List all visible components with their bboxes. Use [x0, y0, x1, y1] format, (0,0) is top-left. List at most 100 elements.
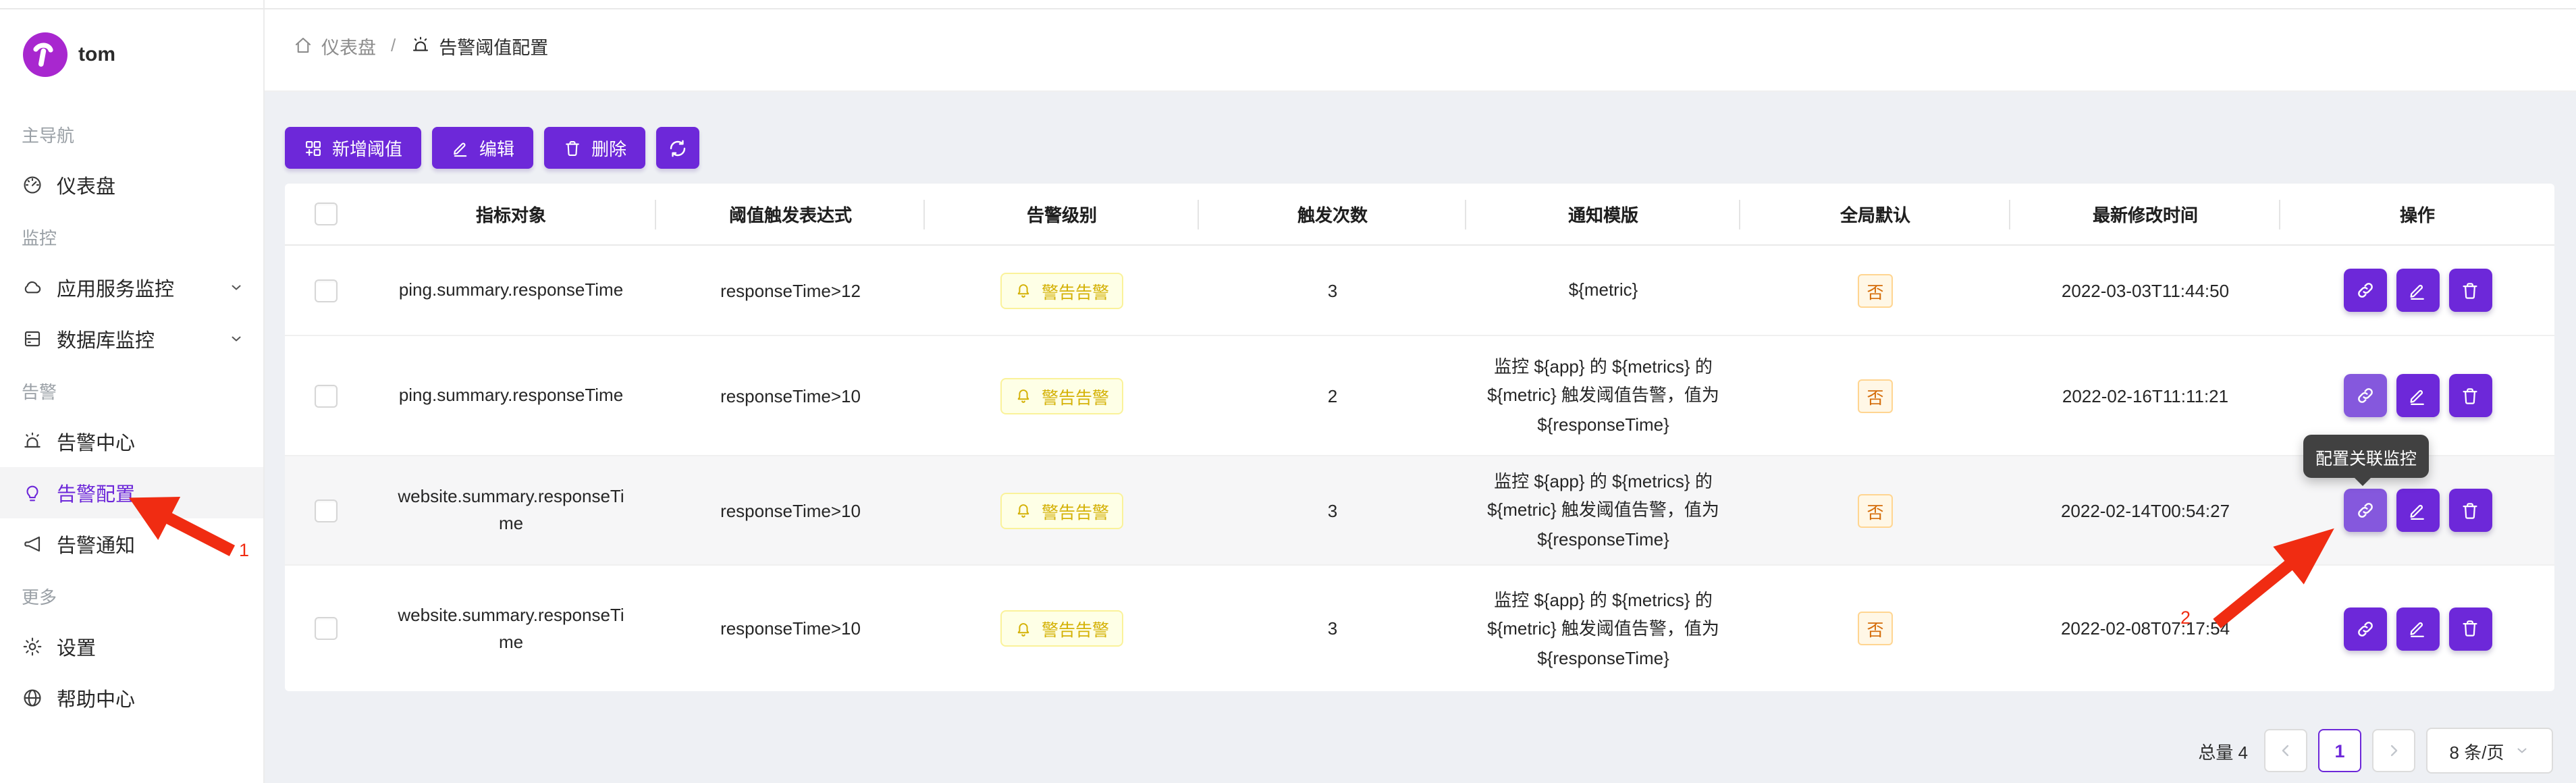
- refresh-icon: [667, 137, 689, 159]
- chevron-down-icon: [228, 279, 244, 296]
- row-checkbox[interactable]: [314, 618, 337, 641]
- select-all-checkbox[interactable]: [314, 202, 337, 225]
- row-actions: [2343, 269, 2492, 312]
- table-row: website.summary.responseTimeresponseTime…: [285, 456, 2554, 566]
- warning-level-badge: 警告告警: [1001, 377, 1123, 414]
- gauge-icon: [22, 174, 43, 196]
- chevron-right-icon: [2384, 742, 2403, 761]
- edit-row-button[interactable]: [2396, 608, 2439, 651]
- row-actions: [2343, 489, 2492, 532]
- warning-level-badge: 警告告警: [1001, 272, 1123, 308]
- delete-row-button[interactable]: [2448, 489, 2492, 532]
- table-row: website.summary.responseTimeresponseTime…: [285, 566, 2554, 692]
- pencil-icon: [2407, 619, 2427, 639]
- cell-metric: website.summary.responseTime: [366, 473, 656, 549]
- sidebar-item-label: 数据库监控: [57, 325, 155, 353]
- global-default-tag: 否: [1857, 273, 1893, 307]
- trash-icon: [2460, 280, 2480, 300]
- sidebar-item-database-monitoring[interactable]: 数据库监控: [0, 313, 263, 364]
- cell-template: 监控 ${app} 的 ${metrics} 的 ${metric} 触发阈值告…: [1466, 342, 1740, 450]
- cell-expression: responseTime>12: [656, 269, 925, 311]
- edit-row-button[interactable]: [2396, 374, 2439, 417]
- global-default-tag: 否: [1857, 612, 1893, 646]
- link-monitor-button[interactable]: [2343, 608, 2386, 651]
- megaphone-icon: [22, 533, 43, 555]
- pencil-icon: [451, 138, 470, 157]
- header-checkbox-cell: [285, 192, 366, 236]
- metric-value: ping.summary.responseTime: [399, 277, 623, 304]
- add-grid-icon: [304, 138, 323, 157]
- pencil-icon: [2407, 280, 2427, 300]
- cell-times: 3: [1199, 489, 1466, 531]
- link-icon: [2354, 385, 2376, 406]
- sidebar-item-label: 告警配置: [57, 479, 135, 507]
- warning-level-label: 警告告警: [1042, 383, 1109, 408]
- delete-row-button[interactable]: [2448, 269, 2492, 312]
- column-header-level: 告警级别: [925, 190, 1199, 238]
- home-icon: [293, 35, 313, 55]
- sidebar-item-alert-notice[interactable]: 告警通知: [0, 518, 263, 570]
- cell-expression: responseTime>10: [656, 489, 925, 531]
- sidebar-item-app-service-monitoring[interactable]: 应用服务监控: [0, 262, 263, 313]
- edit-label: 编辑: [479, 135, 514, 161]
- cell-actions: [2280, 258, 2554, 323]
- cell-times: 2: [1199, 375, 1466, 416]
- warning-level-label: 警告告警: [1042, 277, 1109, 303]
- refresh-button[interactable]: [656, 127, 699, 169]
- page-number-button[interactable]: 1: [2318, 730, 2361, 773]
- link-monitor-button[interactable]: [2343, 269, 2386, 312]
- sidebar-item-dashboard[interactable]: 仪表盘: [0, 159, 263, 211]
- trash-icon: [563, 138, 582, 157]
- breadcrumb-current-label: 告警阈值配置: [439, 32, 548, 59]
- sidebar-item-alert-config[interactable]: 告警配置: [0, 467, 263, 518]
- cell-metric: ping.summary.responseTime: [366, 266, 656, 315]
- cell-template: 监控 ${app} 的 ${metrics} 的 ${metric} 触发阈值告…: [1466, 574, 1740, 683]
- user-profile[interactable]: tom: [0, 0, 263, 108]
- edit-row-button[interactable]: [2396, 269, 2439, 312]
- delete-row-button[interactable]: [2448, 608, 2492, 651]
- breadcrumb-dashboard-link[interactable]: 仪表盘: [293, 32, 376, 59]
- sidebar-item-help-center[interactable]: 帮助中心: [0, 672, 263, 724]
- link-icon: [2354, 500, 2376, 521]
- cell-level: 警告告警: [925, 481, 1199, 539]
- chevron-left-icon: [2276, 742, 2295, 761]
- nav-section-label: 更多: [0, 570, 263, 621]
- link-monitor-button[interactable]: [2343, 374, 2386, 417]
- main-area: 仪表盘 / 告警阈值配置 新增阈值 编辑 删除: [265, 0, 2576, 783]
- content: 新增阈值 编辑 删除 指标对象阈值触发表达式告警级别触发次数通知模版全局默认最新…: [265, 92, 2576, 783]
- warning-level-badge: 警告告警: [1001, 611, 1123, 647]
- row-actions: [2343, 608, 2492, 651]
- column-header-modified: 最新修改时间: [2010, 190, 2280, 238]
- edit-row-button[interactable]: [2396, 489, 2439, 532]
- add-threshold-label: 新增阈值: [332, 135, 402, 161]
- row-checkbox[interactable]: [314, 384, 337, 407]
- sidebar-item-label: 帮助中心: [57, 684, 135, 712]
- cell-actions: [2280, 363, 2554, 428]
- globe-icon: [22, 687, 43, 709]
- column-header-expression: 阈值触发表达式: [656, 190, 925, 238]
- page-size-select[interactable]: 8 条/页: [2426, 728, 2553, 774]
- template-text: 监控 ${app} 的 ${metrics} 的 ${metric} 触发阈值告…: [1474, 467, 1732, 554]
- row-checkbox[interactable]: [314, 499, 337, 522]
- cell-modified-time: 2022-03-03T11:44:50: [2010, 269, 2280, 311]
- prev-page-button[interactable]: [2264, 730, 2307, 773]
- add-threshold-button[interactable]: 新增阈值: [285, 127, 421, 169]
- cell-metric: ping.summary.responseTime: [366, 371, 656, 420]
- edit-button[interactable]: 编辑: [432, 127, 533, 169]
- column-header-template: 通知模版: [1466, 190, 1740, 238]
- siren-icon: [410, 35, 431, 55]
- chevron-down-icon: [228, 331, 244, 347]
- link-monitor-button[interactable]: [2343, 489, 2386, 532]
- next-page-button[interactable]: [2372, 730, 2415, 773]
- breadcrumb-home-label: 仪表盘: [321, 32, 376, 59]
- trash-icon: [2460, 385, 2480, 406]
- sidebar-item-settings[interactable]: 设置: [0, 621, 263, 672]
- metric-value: website.summary.responseTime: [392, 601, 630, 656]
- nav-section-label: 监控: [0, 211, 263, 262]
- row-checkbox[interactable]: [314, 279, 337, 302]
- global-default-tag: 否: [1857, 493, 1893, 527]
- delete-button[interactable]: 删除: [544, 127, 645, 169]
- delete-row-button[interactable]: [2448, 374, 2492, 417]
- page-size-value: 8 条/页: [2450, 738, 2504, 764]
- sidebar-item-alert-center[interactable]: 告警中心: [0, 416, 263, 467]
